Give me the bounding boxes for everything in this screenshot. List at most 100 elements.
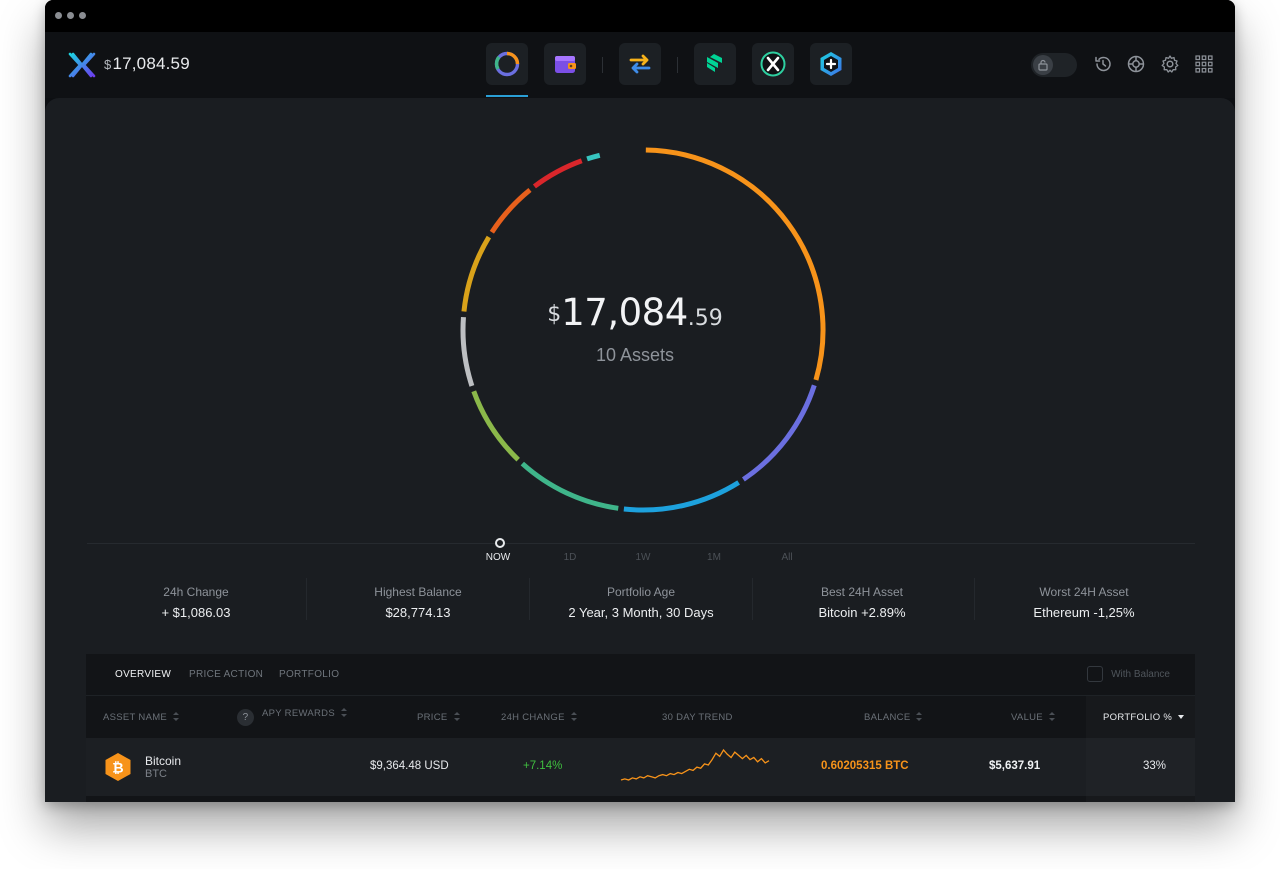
wallet-app-button[interactable] <box>544 43 586 85</box>
column-header-label: PRICE <box>417 712 448 723</box>
stat-label: Highest Balance <box>374 585 462 599</box>
history-icon[interactable] <box>1093 54 1113 74</box>
timeline-track <box>87 543 1195 544</box>
donut-segment[interactable] <box>741 384 817 482</box>
timeline-all[interactable]: All <box>767 552 807 563</box>
column-header-24h-change[interactable]: 24H CHANGE <box>501 712 577 723</box>
add-app-button[interactable] <box>810 43 852 85</box>
window-control-dot[interactable] <box>55 12 62 19</box>
asset-name: Bitcoin <box>145 754 182 768</box>
exchange-app-button[interactable] <box>619 43 661 85</box>
with-balance-label: With Balance <box>1111 668 1170 680</box>
timeline-now[interactable]: NOW <box>478 552 518 563</box>
sort-icon <box>340 708 347 717</box>
with-balance-filter[interactable]: With Balance <box>1087 666 1170 682</box>
stat-label: Portfolio Age <box>606 585 676 599</box>
stat-highest-balance: Highest Balance $28,774.13 <box>318 585 518 620</box>
exchange-arrows-icon <box>629 54 651 74</box>
window-control-dot[interactable] <box>67 12 74 19</box>
timeline-1m[interactable]: 1M <box>694 552 734 563</box>
sort-icon <box>916 712 923 721</box>
svg-text:₿: ₿ <box>112 761 123 777</box>
portfolio-main-panel: $17,084.59 10 Assets NOW 1D 1W 1M All 24… <box>45 98 1235 802</box>
table-row[interactable]: ₿ Bitcoin BTC $9,364.48 USD +7.14% 0.602… <box>86 738 1195 796</box>
stat-label: 24h Change <box>163 585 229 599</box>
settings-gear-icon[interactable] <box>1160 54 1180 74</box>
stat-value: 2 Year, 3 Month, 30 Days <box>568 605 714 620</box>
top-navigation-bar: $17,084.59 <box>45 32 1235 98</box>
sort-descending-icon <box>1178 715 1185 719</box>
column-header-portfolio[interactable]: PORTFOLIO % <box>1103 712 1185 723</box>
sort-icon <box>173 712 180 721</box>
stat-value: $28,774.13 <box>385 605 451 620</box>
column-header-label: VALUE <box>1011 712 1043 723</box>
window-control-dot[interactable] <box>79 12 86 19</box>
help-lifebuoy-icon[interactable] <box>1126 54 1146 74</box>
nav-divider <box>677 57 678 73</box>
portfolio-total-value: $17,084.59 <box>460 291 810 334</box>
timeline-1w[interactable]: 1W <box>623 552 663 563</box>
header-balance: $17,084.59 <box>104 54 190 74</box>
apps-grid-icon[interactable] <box>1194 54 1214 74</box>
asset-count-label: 10 Assets <box>595 345 675 365</box>
column-header-value[interactable]: VALUE <box>1011 712 1055 723</box>
portfolio-app-button[interactable] <box>486 43 528 97</box>
column-header-label: 30 DAY TREND <box>662 712 733 723</box>
header-balance-value: 17,084.59 <box>112 54 190 73</box>
sort-icon <box>1048 712 1055 721</box>
asset-24h-change: +7.14% <box>523 760 563 772</box>
table-tabs: OVERVIEW PRICE ACTION PORTFOLIO With Bal… <box>86 654 1195 696</box>
header-balance-currency: $ <box>104 57 112 72</box>
portfolio-cell-bg <box>1086 738 1195 796</box>
title-bar <box>45 0 1235 32</box>
sparkline-path <box>620 748 770 781</box>
tab-overview[interactable]: OVERVIEW <box>115 669 171 680</box>
donut-segment[interactable] <box>532 158 583 189</box>
app-window: $17,084.59 $17,084.59 10 Assets NOW 1D 1… <box>45 0 1235 802</box>
stat-best-asset: Best 24H Asset Bitcoin +2.89% <box>762 585 962 620</box>
column-header-balance[interactable]: BALANCE <box>864 712 923 723</box>
portfolio-value-integer: 17,084 <box>561 291 688 334</box>
exodus-x-app-button[interactable] <box>752 43 794 85</box>
table-header: ASSET NAME ? APY REWARDS PRICE 24H CHANGE… <box>86 696 1195 738</box>
column-header-price[interactable]: PRICE <box>417 712 460 723</box>
timeline-handle[interactable] <box>495 538 505 548</box>
stat-value: Ethereum -1,25% <box>1033 605 1135 620</box>
asset-portfolio-percent: 33% <box>1143 760 1167 772</box>
lock-icon <box>1038 59 1048 71</box>
asset-value: $5,637.91 <box>989 760 1041 772</box>
donut-segment[interactable] <box>489 187 532 234</box>
column-header-label: APY REWARDS <box>262 708 335 719</box>
donut-segment[interactable] <box>520 461 619 511</box>
stat-divider <box>306 578 307 620</box>
apy-help-icon[interactable]: ? <box>237 709 254 726</box>
nav-divider <box>602 57 603 73</box>
exodus-logo-icon[interactable] <box>67 50 97 80</box>
stat-divider <box>974 578 975 620</box>
column-header-asset-name[interactable]: ASSET NAME <box>103 712 180 723</box>
stat-divider <box>529 578 530 620</box>
column-header-label: ASSET NAME <box>103 712 168 723</box>
donut-segment[interactable] <box>623 480 740 513</box>
stat-24h-change: 24h Change + $1,086.03 <box>96 585 296 620</box>
compound-icon <box>707 54 722 72</box>
column-header-30-day-trend: 30 DAY TREND <box>662 712 733 723</box>
lock-toggle[interactable] <box>1031 53 1077 77</box>
tab-portfolio[interactable]: PORTFOLIO <box>279 669 339 680</box>
stat-divider <box>752 578 753 620</box>
tab-price-action[interactable]: PRICE ACTION <box>189 669 263 680</box>
stat-label: Worst 24H Asset <box>1039 585 1129 599</box>
donut-segment[interactable] <box>586 152 601 162</box>
column-header-apy-rewards[interactable]: ? APY REWARDS <box>237 708 347 726</box>
asset-balance: 0.60205315 BTC <box>821 760 909 772</box>
sort-icon <box>453 712 460 721</box>
timeline-1d[interactable]: 1D <box>550 552 590 563</box>
stat-value: + $1,086.03 <box>161 605 231 620</box>
asset-price: $9,364.48 USD <box>370 760 449 772</box>
add-app-hexagon-icon <box>820 52 842 76</box>
with-balance-checkbox[interactable] <box>1087 666 1104 682</box>
compound-app-button[interactable] <box>694 43 736 85</box>
stat-worst-asset: Worst 24H Asset Ethereum -1,25% <box>984 585 1184 620</box>
lock-toggle-knob <box>1033 55 1053 75</box>
donut-segment[interactable] <box>471 390 520 462</box>
